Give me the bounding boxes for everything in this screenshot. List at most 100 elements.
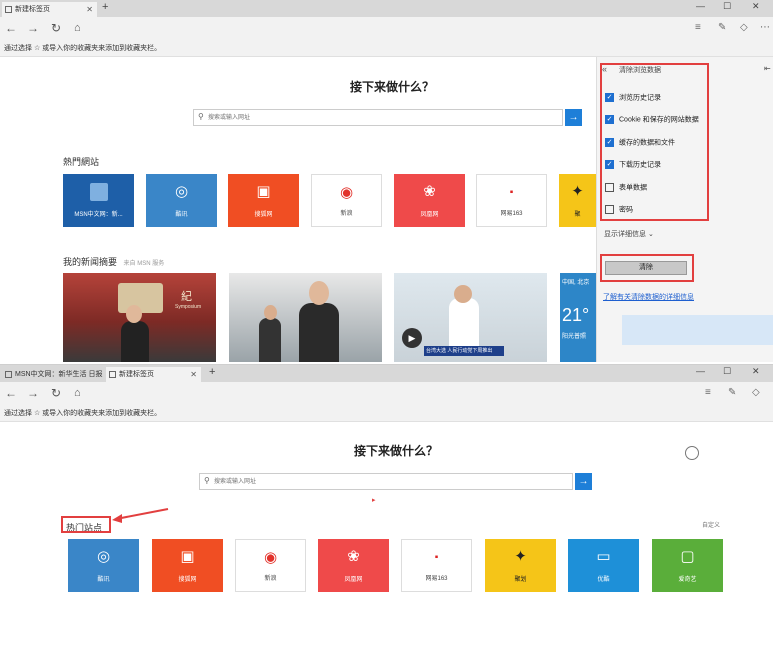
kuxun-icon: ◎ <box>96 548 111 565</box>
web-note-icon[interactable]: ✎ <box>718 22 726 33</box>
tile-kuxun[interactable]: ◎ 酷讯 <box>146 174 217 227</box>
tile-msn[interactable]: MSN中文网：新... <box>63 174 134 227</box>
favorites-bar-hint: 通过选择 ☆ 或导入你的收藏夹来添加到收藏夹栏。 <box>0 41 773 57</box>
search-box[interactable]: ⚲ <box>199 473 573 490</box>
kuxun-icon: ◎ <box>174 183 189 200</box>
tile-label: 搜狐网 <box>254 212 273 218</box>
tile-label: 爱奇艺 <box>678 577 697 583</box>
avatar-icon[interactable] <box>685 446 699 460</box>
tile-label: 网易163 <box>500 211 523 217</box>
maximize-button[interactable]: ☐ <box>723 366 731 377</box>
search-input[interactable] <box>214 475 568 488</box>
star-icon: ✦ <box>571 183 584 200</box>
forward-icon[interactable]: → <box>27 21 39 35</box>
back-icon[interactable]: ← <box>5 386 17 400</box>
tab-new-tab[interactable]: 新建标签页 ✕ <box>106 367 201 382</box>
tile-netease[interactable]: ▪ 网易163 <box>476 174 547 227</box>
share-icon[interactable]: ◇ <box>752 387 760 398</box>
tile-ifeng[interactable]: ❀ 凤凰网 <box>318 539 389 592</box>
tile-sina[interactable]: ◉ 新浪 <box>235 539 306 592</box>
tile-label: 新浪 <box>264 576 277 582</box>
tile-label: 酷讯 <box>175 212 188 218</box>
sohu-icon: ▣ <box>256 183 271 200</box>
minimize-button[interactable]: — <box>696 1 705 11</box>
search-icon: ⚲ <box>198 112 204 121</box>
close-window-button[interactable]: ✕ <box>752 1 760 12</box>
back-icon[interactable]: ← <box>5 21 17 35</box>
youku-icon: ▭ <box>596 548 611 565</box>
play-icon[interactable]: ▶ <box>402 328 422 348</box>
weather-card[interactable]: 中国, 北京 21° 阳光普照 <box>560 273 596 362</box>
minimize-button[interactable]: — <box>696 366 705 376</box>
search-go-button[interactable]: → <box>575 473 592 490</box>
tile-sohu[interactable]: ▣ 搜狐网 <box>152 539 223 592</box>
star-icon: ✦ <box>514 548 527 565</box>
tile-label: 网易163 <box>425 576 448 582</box>
tab-label: 新建标签页 <box>15 6 50 13</box>
refresh-icon[interactable]: ↻ <box>51 21 61 35</box>
tile-netease[interactable]: ▪ 网易163 <box>401 539 472 592</box>
browser-window-top: 新建标签页 ✕ + — ☐ ✕ ← → ↻ ⌂ ≡ ✎ ◇ ⋯ 通过选择 ☆ 或… <box>0 0 773 362</box>
more-icon[interactable]: ⋯ <box>760 22 770 33</box>
tile-iqiyi[interactable]: ▢ 爱奇艺 <box>652 539 723 592</box>
pin-icon[interactable]: ⇤ <box>764 64 771 73</box>
news-caption: 紀 <box>181 291 192 303</box>
blurred-region <box>622 315 773 345</box>
search-input[interactable] <box>208 111 558 124</box>
news-card-3[interactable]: ▶ 台湾大选 人民行动党下周推出 <box>394 273 547 362</box>
news-card-1[interactable]: 紀 Symposium <box>63 273 216 362</box>
nav-bar: ← → ↻ ⌂ ≡ ✎ ◇ <box>0 382 773 406</box>
tile-ifeng[interactable]: ❀ 凤凰网 <box>394 174 465 227</box>
page-icon <box>5 6 12 13</box>
tile-juhuasuan[interactable]: ✦ 聚 <box>559 174 596 227</box>
new-tab-button[interactable]: + <box>209 366 215 378</box>
tab-label: 新建标签页 <box>119 371 154 378</box>
show-more-link[interactable]: 显示详细信息 ⌄ <box>604 229 654 239</box>
refresh-icon[interactable]: ↻ <box>51 386 61 400</box>
tile-label: 新浪 <box>340 211 353 217</box>
customize-link[interactable]: 自定义 <box>702 520 720 529</box>
msn-icon <box>89 183 108 201</box>
nav-bar: ← → ↻ ⌂ ≡ ✎ ◇ ⋯ <box>0 17 773 41</box>
highlight-clear <box>600 254 694 282</box>
favorites-bar-hint: 通过选择 ☆ 或导入你的收藏夹来添加到收藏夹栏。 <box>0 406 773 422</box>
search-box[interactable]: ⚲ <box>193 109 563 126</box>
page-heading: 接下来做什么？ <box>353 444 438 458</box>
tab-msn[interactable]: MSN中文网：新华生活 日报 <box>2 367 105 382</box>
web-note-icon[interactable]: ✎ <box>728 387 736 398</box>
new-tab-button[interactable]: + <box>102 1 108 13</box>
hub-icon[interactable]: ≡ <box>705 387 711 398</box>
home-icon[interactable]: ⌂ <box>74 21 81 35</box>
news-card-2[interactable] <box>229 273 382 362</box>
learn-more-link[interactable]: 了解有关清除数据的详细信息 <box>603 292 694 302</box>
tile-label: 优酷 <box>597 577 610 583</box>
netease-icon: ▪ <box>509 187 514 198</box>
sohu-icon: ▣ <box>180 548 195 565</box>
weibo-icon: ◉ <box>263 549 278 566</box>
tile-label: 聚划 <box>514 577 527 583</box>
news-title: 我的新闻摘要 来自 MSN 服务 <box>63 257 165 267</box>
close-icon[interactable]: ✕ <box>190 367 197 382</box>
tile-kuxun[interactable]: ◎ 酷讯 <box>68 539 139 592</box>
tile-label: MSN中文网：新... <box>74 212 123 218</box>
highlight-options <box>600 63 709 221</box>
tab-bar: 新建标签页 ✕ + — ☐ ✕ <box>0 0 773 17</box>
popular-sites-title: 熱門網站 <box>63 157 100 167</box>
share-icon[interactable]: ◇ <box>740 22 748 33</box>
tile-juhuasuan[interactable]: ✦ 聚划 <box>485 539 556 592</box>
search-go-button[interactable]: → <box>565 109 582 126</box>
hub-icon[interactable]: ≡ <box>695 22 701 33</box>
home-icon[interactable]: ⌂ <box>74 386 81 400</box>
close-icon[interactable]: ✕ <box>86 2 93 17</box>
netease-icon: ▪ <box>434 552 439 563</box>
tab-new-tab[interactable]: 新建标签页 ✕ <box>2 2 97 17</box>
cursor-marker-icon: ▸ <box>372 497 376 504</box>
maximize-button[interactable]: ☐ <box>723 1 731 12</box>
tile-sina[interactable]: ◉ 新浪 <box>311 174 382 227</box>
close-window-button[interactable]: ✕ <box>752 366 760 377</box>
tile-label: 凤凰网 <box>420 212 439 218</box>
clear-data-panel: « 清除浏览数据 ⇤ ✓ 浏览历史记录 ✓ Cookie 和保存的网站数据 ✓ 缓存的… <box>596 57 773 362</box>
tile-youku[interactable]: ▭ 优酷 <box>568 539 639 592</box>
tile-sohu[interactable]: ▣ 搜狐网 <box>228 174 299 227</box>
forward-icon[interactable]: → <box>27 386 39 400</box>
